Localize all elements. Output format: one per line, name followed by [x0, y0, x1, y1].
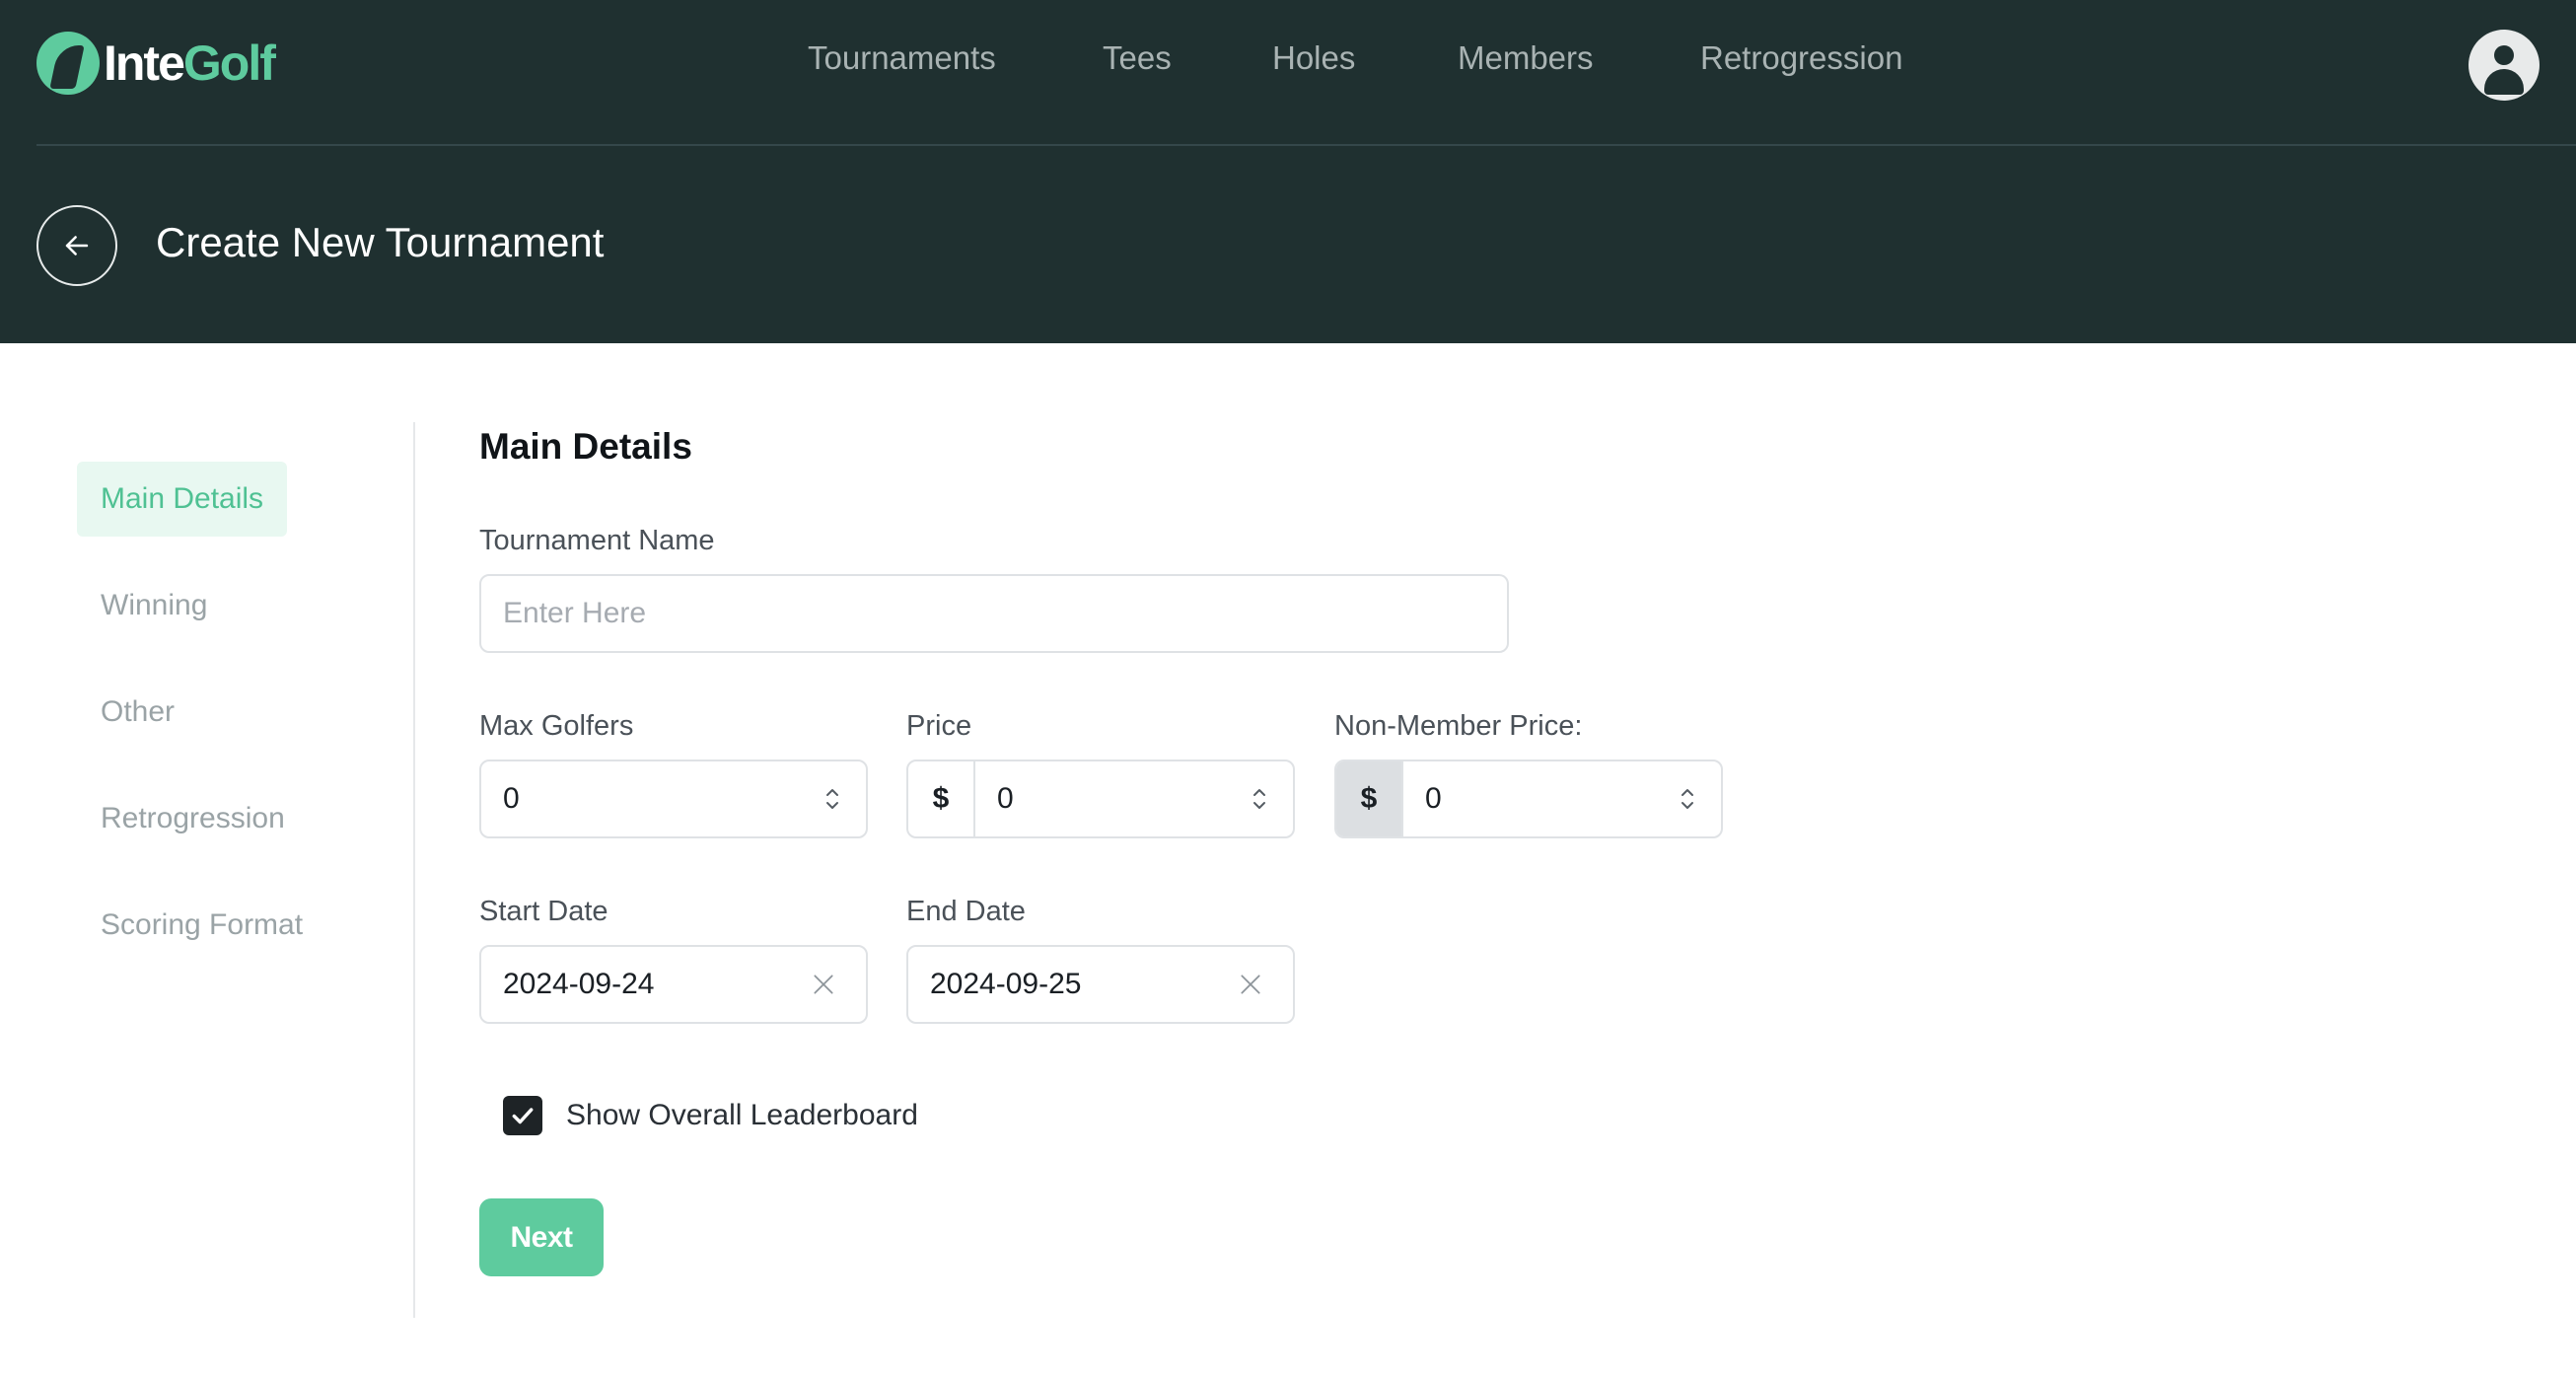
end-date-field — [906, 945, 1295, 1024]
stepper-arrows-icon — [1682, 789, 1693, 809]
nav-item-tees[interactable]: Tees — [1103, 39, 1172, 77]
show-leaderboard-checkbox[interactable] — [503, 1096, 542, 1135]
nav-item-tournaments[interactable]: Tournaments — [808, 39, 996, 77]
start-date-input[interactable] — [481, 947, 807, 1022]
back-button[interactable] — [36, 205, 117, 286]
start-date-label: Start Date — [479, 896, 608, 927]
sidebar-item-retrogression[interactable]: Retrogression — [77, 781, 309, 856]
price-stepper[interactable] — [1246, 782, 1273, 816]
check-icon — [512, 1108, 534, 1124]
non-member-price-input[interactable] — [1403, 761, 1674, 836]
show-leaderboard-label[interactable]: Show Overall Leaderboard — [566, 1099, 918, 1132]
non-member-price-label: Non-Member Price: — [1334, 710, 1583, 742]
header-divider — [36, 144, 2576, 146]
sidebar-item-scoring-format[interactable]: Scoring Format — [77, 888, 326, 963]
price-label: Price — [906, 710, 972, 742]
top-navbar: InteGolf Tournaments Tees Holes Members … — [0, 0, 2576, 144]
tournament-name-label: Tournament Name — [479, 525, 715, 556]
tournament-name-field — [479, 574, 1509, 653]
max-golfers-label: Max Golfers — [479, 710, 634, 742]
start-date-field — [479, 945, 868, 1024]
user-icon-body — [2484, 69, 2524, 95]
user-avatar[interactable] — [2469, 30, 2540, 101]
main-nav: Tournaments Tees Holes Members Retrogres… — [0, 39, 2576, 91]
page-title: Create New Tournament — [156, 219, 605, 265]
arrow-left-icon — [65, 236, 89, 255]
sidebar-divider — [413, 422, 415, 1318]
max-golfers-field — [479, 760, 868, 838]
non-member-price-currency-prefix: $ — [1336, 761, 1403, 836]
non-member-price-field: $ — [1334, 760, 1723, 838]
max-golfers-input[interactable] — [481, 761, 819, 836]
stepper-arrows-icon — [1253, 789, 1265, 809]
sidebar-item-main-details[interactable]: Main Details — [77, 462, 288, 537]
sidebar-item-winning[interactable]: Winning — [77, 568, 231, 643]
non-member-price-stepper[interactable] — [1674, 782, 1701, 816]
close-icon — [814, 975, 833, 994]
end-date-input[interactable] — [908, 947, 1234, 1022]
section-title: Main Details — [479, 426, 692, 467]
user-icon-head — [2494, 45, 2514, 65]
max-golfers-stepper[interactable] — [819, 782, 846, 816]
nav-item-holes[interactable]: Holes — [1272, 39, 1355, 77]
price-field: $ — [906, 760, 1295, 838]
tournament-name-input[interactable] — [481, 576, 1507, 651]
next-button[interactable]: Next — [479, 1198, 604, 1276]
app-header: InteGolf Tournaments Tees Holes Members … — [0, 0, 2576, 343]
close-icon — [1241, 975, 1260, 994]
sidebar-item-other[interactable]: Other — [77, 675, 198, 750]
start-date-clear-button[interactable] — [807, 968, 840, 1001]
nav-item-retrogression[interactable]: Retrogression — [1700, 39, 1902, 77]
price-input[interactable] — [975, 761, 1246, 836]
price-currency-prefix: $ — [908, 761, 975, 836]
stepper-arrows-icon — [826, 789, 838, 809]
nav-item-members[interactable]: Members — [1458, 39, 1594, 77]
end-date-clear-button[interactable] — [1234, 968, 1267, 1001]
end-date-label: End Date — [906, 896, 1026, 927]
